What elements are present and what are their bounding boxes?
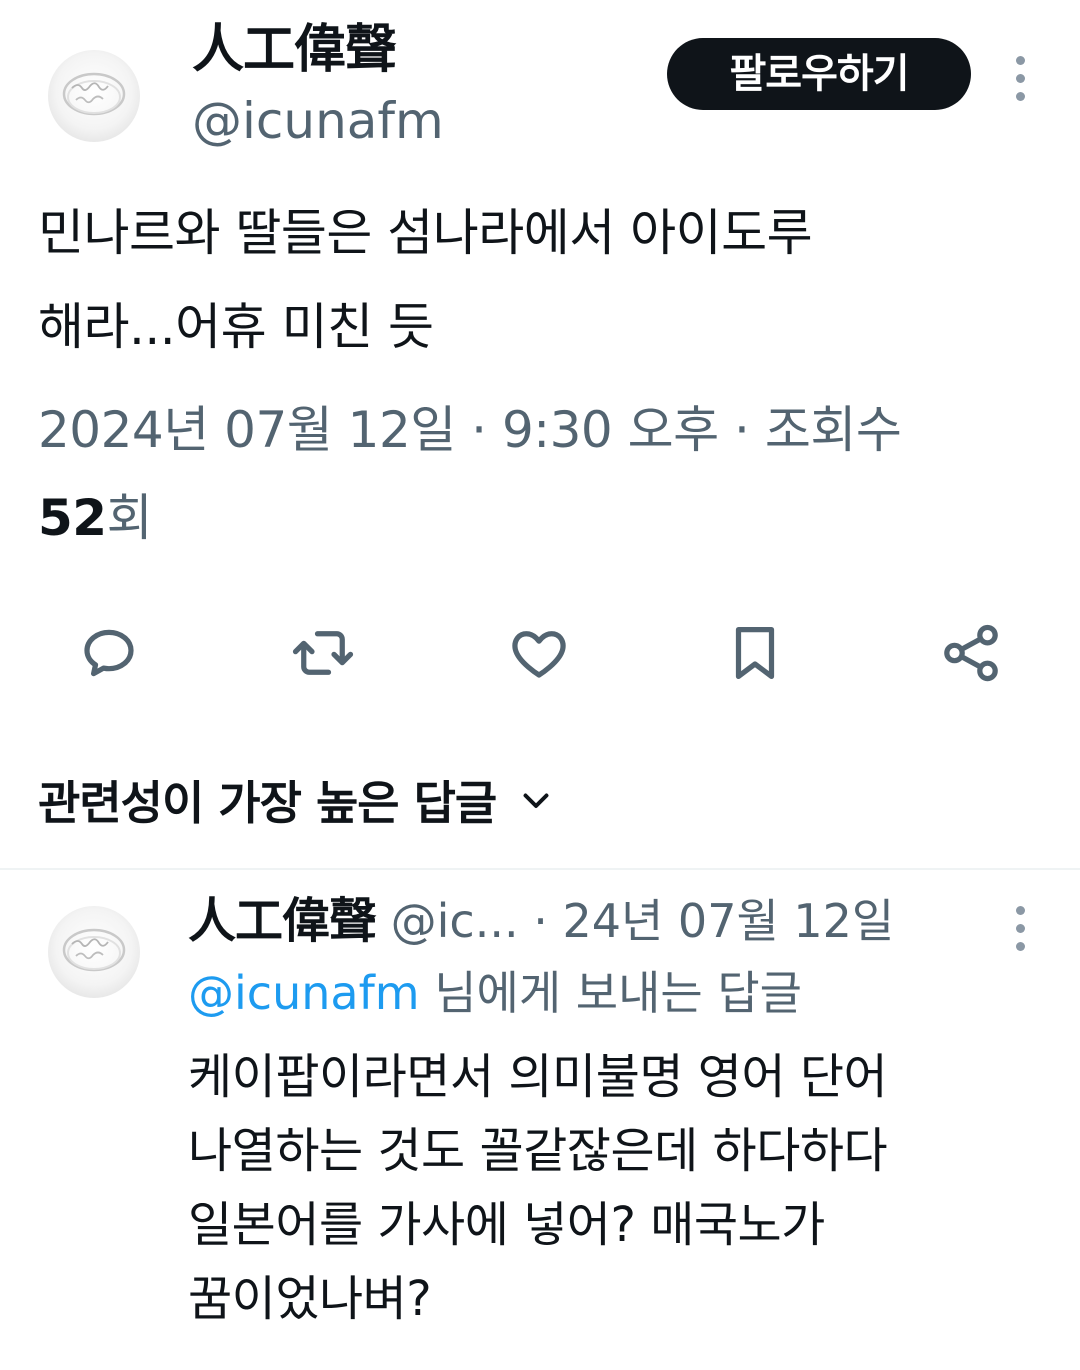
- reply-sort-label: 관련성이 가장 높은 답글: [38, 776, 497, 830]
- reply-header: 人工偉聲 @ic... · 24년 07월 12일: [188, 888, 988, 954]
- like-button[interactable]: [506, 620, 572, 686]
- views-count: 52: [38, 489, 107, 547]
- replying-to-label: @icunafm 님에게 보내는 답글: [188, 960, 802, 1026]
- retweet-icon: [292, 631, 354, 675]
- reply-sort-dropdown[interactable]: 관련성이 가장 높은 답글: [38, 760, 554, 840]
- reply-author-display-name[interactable]: 人工偉聲: [188, 893, 377, 949]
- ring-logo-icon: [62, 72, 126, 116]
- views-suffix: 회: [106, 489, 153, 547]
- retweet-button[interactable]: [290, 620, 356, 686]
- more-options-icon[interactable]: [1012, 56, 1028, 101]
- reply-text-line: 꿈이었나벼?: [188, 1271, 432, 1327]
- share-icon: [944, 624, 998, 682]
- share-button[interactable]: [938, 620, 1004, 686]
- author-handle[interactable]: @icunafm: [192, 90, 444, 152]
- author-avatar[interactable]: [48, 50, 140, 142]
- divider: [0, 868, 1080, 870]
- tweet-metadata: 2024년 07월 12일 · 9:30 오후 · 조회수 52회: [38, 386, 1048, 562]
- chevron-down-icon: [518, 782, 554, 818]
- bookmark-button[interactable]: [722, 620, 788, 686]
- bookmark-icon: [735, 627, 775, 679]
- tweet-text-line: 민나르와 딸들은 섬나라에서 아이도루: [38, 204, 813, 262]
- replying-to-suffix: 님에게 보내는 답글: [419, 966, 803, 1020]
- tweet-text: 민나르와 딸들은 섬나라에서 아이도루 해라...어휴 미친 듯: [38, 186, 1038, 374]
- reply-text-line: 케이팝이라면서 의미불명 영어 단어: [188, 1049, 888, 1105]
- reply-author-avatar[interactable]: [48, 906, 140, 998]
- reply-icon: [84, 629, 134, 677]
- reply-text-line: 일본어를 가사에 넣어? 매국노가: [188, 1197, 825, 1253]
- tweet-text-line: 해라...어휴 미친 듯: [38, 298, 434, 356]
- reply-more-options-icon[interactable]: [1012, 906, 1028, 951]
- reply-author-handle[interactable]: @ic...: [391, 894, 519, 948]
- heart-icon: [512, 631, 566, 678]
- reply-date[interactable]: · 24년 07월 12일: [533, 894, 894, 948]
- ring-logo-icon: [62, 928, 126, 972]
- tweet-timestamp-and-views-label[interactable]: 2024년 07월 12일 · 9:30 오후 · 조회수: [38, 401, 902, 459]
- replying-to-mention[interactable]: @icunafm: [188, 966, 420, 1020]
- author-display-name[interactable]: 人工偉聲: [192, 18, 397, 82]
- reply-text-line: 나열하는 것도 꼴같잖은데 하다하다: [188, 1123, 888, 1179]
- reply-text: 케이팝이라면서 의미불명 영어 단어 나열하는 것도 꼴같잖은데 하다하다 일본…: [188, 1040, 1048, 1336]
- follow-button[interactable]: 팔로우하기: [667, 38, 971, 110]
- reply-button[interactable]: [76, 620, 142, 686]
